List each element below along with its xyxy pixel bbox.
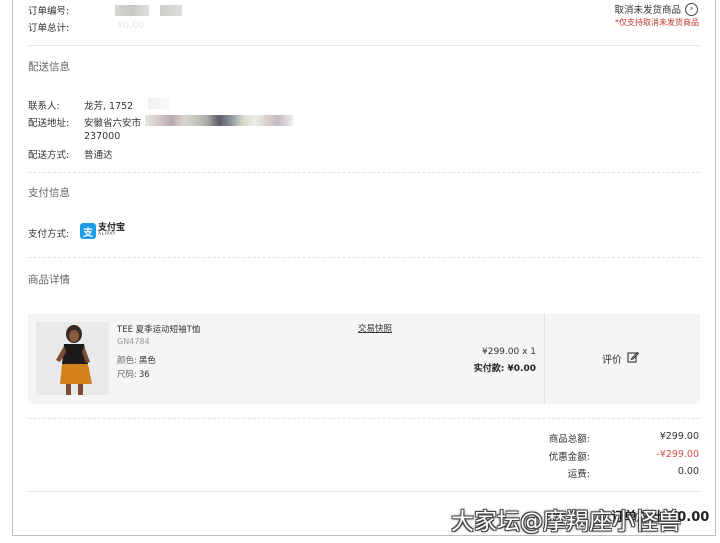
discount-label: 优惠金额: bbox=[548, 452, 590, 463]
alipay-logo: 支 支付宝 ALIPAY bbox=[80, 223, 125, 239]
contact-blur bbox=[148, 98, 170, 109]
product-price-quantity: ¥299.00 x 1 bbox=[482, 347, 536, 357]
discount-value: -¥299.00 bbox=[656, 449, 699, 460]
product-image[interactable] bbox=[36, 322, 109, 395]
order-total-label: 订单总计: bbox=[28, 23, 70, 34]
contact-label: 联系人: bbox=[28, 101, 60, 112]
goods-total-value: ¥299.00 bbox=[659, 431, 699, 442]
divider bbox=[544, 314, 545, 404]
cancel-unshipped-label: 取消未发货商品 bbox=[614, 5, 681, 16]
divider bbox=[28, 418, 700, 419]
address-value: 安徽省六安市 bbox=[84, 118, 142, 129]
product-name[interactable]: TEE 夏季运动短袖T恤 bbox=[117, 323, 200, 335]
divider bbox=[28, 257, 700, 258]
chevron-right-icon: › bbox=[685, 2, 698, 16]
address-label: 配送地址: bbox=[28, 118, 70, 129]
product-code: GN4784 bbox=[117, 337, 150, 346]
contact-value: 龙芳, 1752 bbox=[84, 101, 134, 112]
product-size: 尺码: 36 bbox=[117, 370, 150, 380]
alipay-icon: 支 bbox=[80, 223, 96, 239]
order-number-label: 订单编号: bbox=[28, 6, 70, 17]
postcode: 237000 bbox=[84, 131, 121, 142]
order-total-value: ¥0.00 bbox=[117, 20, 145, 31]
review-button[interactable]: 评价 bbox=[602, 351, 640, 366]
alipay-name-en: ALIPAY bbox=[98, 232, 116, 238]
review-label: 评价 bbox=[602, 355, 622, 366]
product-item: TEE 夏季运动短袖T恤 GN4784 颜色: 黑色 尺码: 36 交易快照 ¥29… bbox=[28, 314, 700, 404]
forum-watermark: 大家坛@摩羯座小怪兽 bbox=[451, 509, 681, 535]
payment-section-title: 支付信息 bbox=[28, 187, 70, 199]
divider bbox=[28, 172, 700, 173]
cancel-note: *仅支持取消未发货商品 bbox=[615, 18, 699, 27]
order-number-value-2 bbox=[160, 5, 182, 16]
address-blur bbox=[145, 115, 293, 126]
shipping-fee-value: 0.00 bbox=[677, 466, 699, 477]
delivery-method-label: 配送方式: bbox=[28, 150, 70, 161]
divider bbox=[28, 45, 700, 46]
edit-icon bbox=[627, 351, 640, 366]
divider bbox=[28, 491, 700, 492]
product-paid-amount: 实付款: ¥0.00 bbox=[473, 364, 536, 374]
order-number-value bbox=[115, 5, 149, 16]
delivery-method-value: 普通达 bbox=[84, 150, 113, 161]
shipping-fee-label: 运费: bbox=[567, 469, 590, 480]
goods-total-label: 商品总额: bbox=[548, 434, 590, 445]
shipping-section-title: 配送信息 bbox=[28, 61, 70, 73]
transaction-snapshot-link[interactable]: 交易快照 bbox=[358, 322, 392, 334]
product-color: 颜色: 黑色 bbox=[117, 356, 156, 366]
cancel-unshipped-button[interactable]: 取消未发货商品 › bbox=[614, 2, 698, 16]
payment-method-label: 支付方式: bbox=[28, 229, 70, 240]
order-detail-panel bbox=[12, 0, 716, 536]
products-section-title: 商品详情 bbox=[28, 274, 70, 286]
